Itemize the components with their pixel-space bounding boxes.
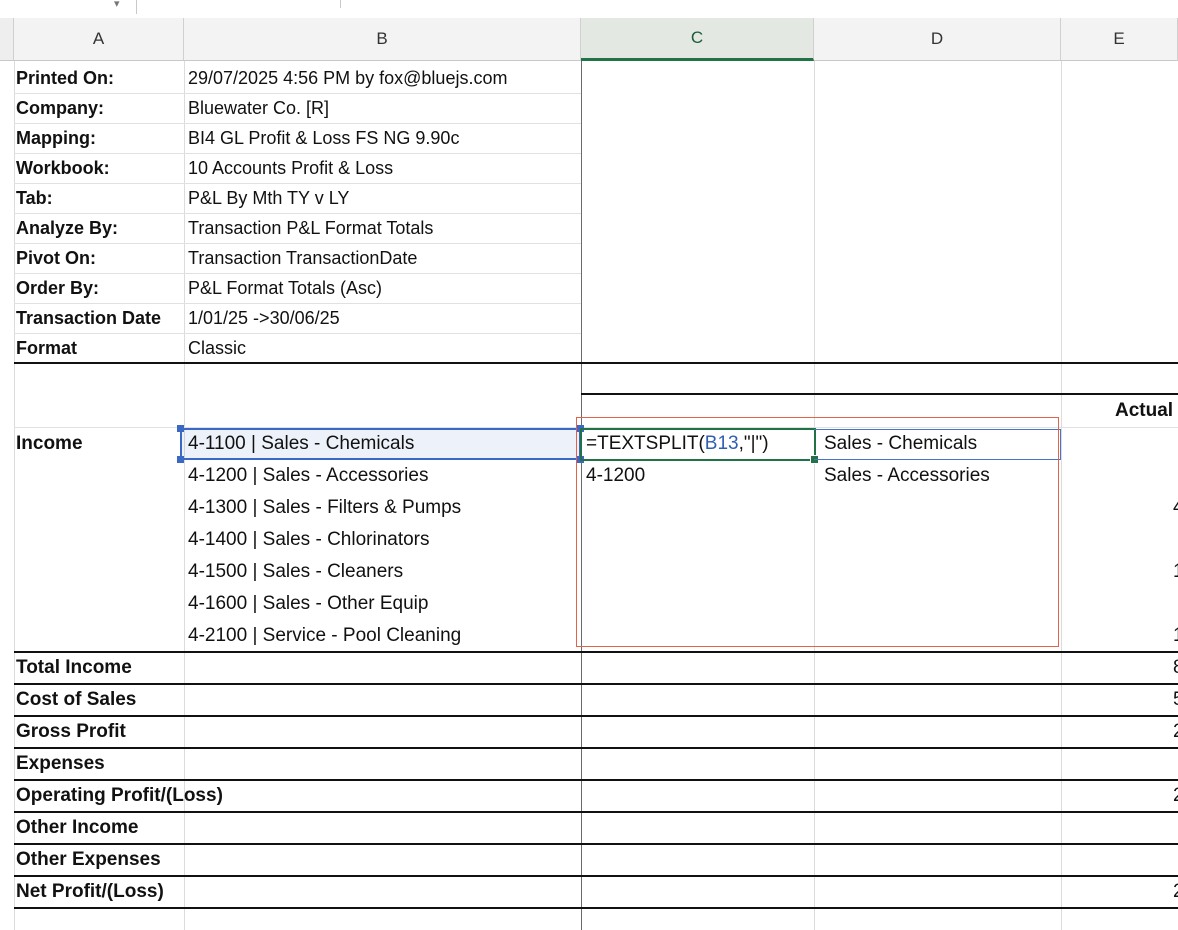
account-cell[interactable]: 4-1500 | Sales - Cleaners (188, 557, 403, 587)
summary-border (14, 683, 1178, 685)
account-cell[interactable]: 4-1300 | Sales - Filters & Pumps (188, 493, 461, 523)
toolbar-separator (340, 0, 341, 8)
summary-cost-of-sales: Cost of Sales (16, 689, 137, 710)
actual-value: 1 (1173, 557, 1178, 587)
value-order-by: P&L Format Totals (Asc) (188, 278, 383, 298)
value-analyze-by: Transaction P&L Format Totals (188, 218, 434, 238)
label-transaction-date: Transaction Date (16, 308, 162, 328)
column-header-a[interactable]: A (14, 18, 184, 61)
actual-value: 2 (1173, 717, 1178, 747)
value-mapping: BI4 GL Profit & Loss FS NG 9.90c (188, 128, 460, 148)
label-tab: Tab: (16, 188, 53, 208)
summary-other-income: Other Income (16, 817, 139, 838)
column-header-c[interactable]: C (581, 18, 814, 61)
label-workbook: Workbook: (16, 158, 110, 178)
actual-value: 1 (1173, 621, 1178, 651)
actual-value: 5 (1173, 685, 1178, 715)
actual-value: 4 (1173, 493, 1178, 523)
label-mapping: Mapping: (16, 128, 96, 148)
label-order-by: Order By: (16, 278, 100, 298)
gridline (14, 61, 15, 930)
summary-border (14, 907, 1178, 909)
column-header-b[interactable]: B (184, 18, 581, 61)
actual-header-border (581, 393, 1178, 395)
actual-column-header: Actual (1115, 400, 1174, 421)
summary-gross-profit: Gross Profit (16, 721, 126, 742)
value-format: Classic (188, 338, 247, 358)
account-cell[interactable]: 4-1400 | Sales - Chlorinators (188, 525, 430, 555)
column-header-d[interactable]: D (814, 18, 1061, 61)
value-printed-on: 29/07/2025 4:56 PM by fox@bluejs.com (188, 68, 508, 88)
actual-value: 2 (1173, 877, 1178, 907)
annotation-highlight-box (576, 417, 1059, 647)
account-cell[interactable]: 4-1100 | Sales - Chemicals (188, 429, 414, 459)
summary-border (14, 651, 1178, 653)
account-cell[interactable]: 4-1200 | Sales - Accessories (188, 461, 428, 491)
income-label: Income (16, 433, 83, 454)
name-box-dropdown-icon[interactable]: ▾ (114, 0, 120, 10)
summary-border (14, 747, 1178, 749)
toolbar-separator (136, 0, 137, 14)
label-analyze-by: Analyze By: (16, 218, 119, 238)
summary-border (14, 811, 1178, 813)
summary-expenses: Expenses (16, 753, 105, 774)
summary-border (14, 715, 1178, 717)
formula-bar-strip: ▾ (0, 0, 1178, 19)
gridline (1061, 61, 1062, 930)
selection-handle[interactable] (177, 456, 184, 463)
label-format: Format (16, 338, 78, 358)
summary-total-income: Total Income (16, 657, 132, 678)
summary-net-profit: Net Profit/(Loss) (16, 881, 164, 902)
value-transaction-date: 1/01/25 ->30/06/25 (188, 308, 340, 328)
summary-operating-profit: Operating Profit/(Loss) (16, 785, 223, 806)
actual-value: 8 (1173, 653, 1178, 683)
column-header-e[interactable]: E (1061, 18, 1178, 61)
select-all-corner[interactable] (0, 18, 14, 61)
value-tab: P&L By Mth TY v LY (188, 188, 350, 208)
summary-other-expenses: Other Expenses (16, 849, 161, 870)
actual-value: 2 (1173, 781, 1178, 811)
value-pivot-on: Transaction TransactionDate (188, 248, 418, 268)
selection-handle[interactable] (177, 425, 184, 432)
account-cell[interactable]: 4-1600 | Sales - Other Equip (188, 589, 428, 619)
account-cell[interactable]: 4-2100 | Service - Pool Cleaning (188, 621, 461, 651)
label-company: Company: (16, 98, 105, 118)
label-pivot-on: Pivot On: (16, 248, 96, 268)
summary-border (14, 875, 1178, 877)
value-company: Bluewater Co. [R] (188, 98, 330, 118)
summary-border (14, 843, 1178, 845)
value-workbook: 10 Accounts Profit & Loss (188, 158, 394, 178)
row-gridline (14, 333, 581, 334)
label-printed-on: Printed On: (16, 68, 114, 88)
